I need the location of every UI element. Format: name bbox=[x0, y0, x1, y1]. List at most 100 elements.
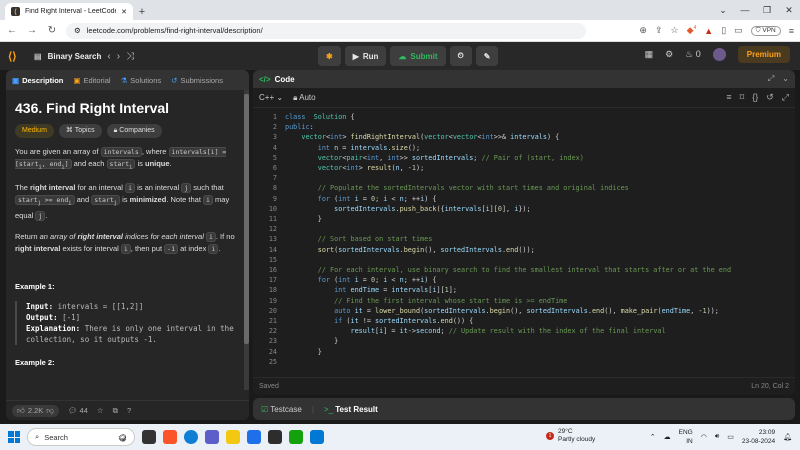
like-button[interactable]: 👍︎ 2.2K 👎︎ bbox=[12, 404, 59, 417]
teams-icon[interactable] bbox=[205, 430, 219, 444]
code-line[interactable]: } bbox=[285, 336, 338, 346]
task-view-icon[interactable] bbox=[142, 430, 156, 444]
code-line[interactable]: } bbox=[285, 347, 322, 357]
expand-icon[interactable]: ⤢ bbox=[768, 74, 774, 84]
bookmark-code-icon[interactable]: ⌑ bbox=[740, 92, 745, 103]
debug-button[interactable]: ✱ bbox=[318, 46, 341, 66]
problem-list[interactable]: ▤ Binary Search bbox=[34, 52, 101, 61]
volume-icon[interactable]: 🔊︎ bbox=[715, 433, 719, 441]
menu-icon[interactable]: ≡ bbox=[789, 26, 794, 36]
code-line[interactable]: auto it = lower_bound(sortedIntervals.be… bbox=[285, 306, 719, 316]
format-icon[interactable]: ≡ bbox=[726, 92, 731, 103]
code-line[interactable]: public: bbox=[285, 122, 314, 132]
warning-icon[interactable]: ▲ bbox=[704, 26, 713, 36]
fullscreen-icon[interactable]: ⤢ bbox=[782, 92, 789, 103]
share-icon[interactable]: ⇪ bbox=[655, 25, 663, 36]
code-line[interactable]: if (it != sortedIntervals.end()) { bbox=[285, 316, 473, 326]
code-line[interactable]: int n = intervals.size(); bbox=[285, 143, 420, 153]
wallet-icon[interactable]: ▭ bbox=[734, 25, 743, 36]
close-tab-icon[interactable]: ✕ bbox=[121, 8, 127, 16]
language-select[interactable]: C++ ⌄ bbox=[259, 93, 283, 102]
streak[interactable]: ♨ 0 bbox=[685, 49, 701, 60]
site-info-icon[interactable]: ⚙ bbox=[74, 26, 81, 35]
language-indicator[interactable]: ENG IN bbox=[679, 428, 693, 446]
star-icon[interactable]: ☆ bbox=[97, 406, 104, 415]
browser-tab[interactable]: ⟨ Find Right Interval - LeetCode ✕ bbox=[5, 3, 133, 20]
maximize-icon[interactable]: ❐ bbox=[756, 5, 778, 16]
notification-icon[interactable]: 🔔︎ bbox=[783, 433, 792, 441]
battery-icon[interactable]: ▭ bbox=[727, 433, 734, 441]
comments-button[interactable]: 💬︎ 44 bbox=[68, 406, 88, 415]
code-line[interactable]: vector<pair<int, int>> sortedIntervals; … bbox=[285, 153, 584, 163]
code-line[interactable]: vector<int> result(n, -1); bbox=[285, 163, 424, 173]
minimize-icon[interactable]: — bbox=[734, 5, 756, 15]
vscode-icon[interactable] bbox=[310, 430, 324, 444]
tab-description[interactable]: ▣ Description bbox=[12, 76, 63, 85]
code-line[interactable]: for (int i = 0; i < n; ++i) { bbox=[285, 194, 437, 204]
taskbar-search[interactable]: ⌕ Search 🥥︎ bbox=[27, 428, 135, 446]
tab-search-icon[interactable]: ⌄ bbox=[712, 5, 734, 16]
tab-testcase[interactable]: ☑ Testcase bbox=[261, 405, 302, 414]
windows-start-icon[interactable] bbox=[8, 431, 20, 443]
new-tab-button[interactable]: + bbox=[133, 3, 151, 20]
code-line[interactable]: // Populate the sortedIntervals vector w… bbox=[285, 183, 629, 193]
code-line[interactable]: for (int i = 0; i < n; ++i) { bbox=[285, 275, 437, 285]
close-window-icon[interactable]: ✕ bbox=[778, 5, 800, 16]
notes-button[interactable]: ✎ bbox=[475, 46, 499, 66]
extension-icon[interactable]: ◆4 bbox=[687, 25, 697, 36]
reload-icon[interactable]: ↻ bbox=[46, 25, 58, 36]
app-icon[interactable] bbox=[289, 430, 303, 444]
back-icon[interactable]: ← bbox=[6, 25, 18, 36]
share-link-icon[interactable]: ⧉ bbox=[113, 406, 118, 416]
code-line[interactable]: } bbox=[285, 214, 322, 224]
collapse-icon[interactable]: ⌄ bbox=[782, 74, 789, 84]
code-line[interactable]: // For each interval, use binary search … bbox=[285, 265, 731, 275]
leetcode-logo[interactable]: ⟨⟩ bbox=[8, 50, 20, 63]
edge-icon[interactable] bbox=[184, 430, 198, 444]
prev-problem-icon[interactable]: ‹ bbox=[107, 51, 110, 62]
next-problem-icon[interactable]: › bbox=[117, 51, 120, 62]
premium-button[interactable]: Premium bbox=[737, 46, 790, 63]
forward-icon[interactable]: → bbox=[26, 25, 38, 36]
code-line[interactable]: vector<int> findRightInterval(vector<vec… bbox=[285, 132, 559, 142]
auto-mode[interactable]: 🔒︎ Auto bbox=[293, 93, 316, 103]
wifi-icon[interactable]: ◠ bbox=[701, 433, 707, 441]
braces-icon[interactable]: {} bbox=[752, 92, 758, 103]
reset-icon[interactable]: ↺ bbox=[766, 92, 774, 103]
companies-button[interactable]: 🔒︎ Companies bbox=[106, 124, 162, 138]
store-icon[interactable] bbox=[247, 430, 261, 444]
code-line[interactable]: result[i] = it->second; // Update result… bbox=[285, 326, 665, 336]
run-button[interactable]: ▶ Run bbox=[344, 46, 387, 66]
vpn-button[interactable]: ⛉ VPN bbox=[750, 25, 781, 36]
layout-icon[interactable]: ▦ bbox=[645, 49, 654, 60]
zoom-icon[interactable]: ⊕ bbox=[639, 25, 647, 36]
code-editor[interactable]: 1 class Solution {2 public: 3 vector<int> f… bbox=[253, 108, 795, 376]
timer-button[interactable]: ⏲ bbox=[449, 46, 472, 66]
code-line[interactable]: class Solution { bbox=[285, 112, 355, 122]
url-text[interactable]: leetcode.com/problems/find-right-interva… bbox=[87, 26, 263, 35]
shuffle-icon[interactable]: ⤨ bbox=[126, 51, 134, 62]
settings-icon[interactable]: ⚙ bbox=[665, 49, 673, 60]
brave-icon[interactable] bbox=[163, 430, 177, 444]
tab-editorial[interactable]: ▣ Editorial bbox=[73, 76, 110, 85]
code-line[interactable]: sort(sortedIntervals.begin(), sortedInte… bbox=[285, 245, 535, 255]
problem-list-title[interactable]: Binary Search bbox=[48, 52, 102, 61]
tab-submissions[interactable]: ↺ Submissions bbox=[171, 76, 223, 85]
description-scroll-thumb[interactable] bbox=[244, 94, 249, 344]
tab-test-result[interactable]: >_ Test Result bbox=[324, 405, 378, 414]
code-line[interactable]: sortedIntervals.push_back({intervals[i][… bbox=[285, 204, 530, 214]
sidebar-icon[interactable]: ▯ bbox=[721, 25, 726, 36]
submit-button[interactable]: ☁ Submit bbox=[390, 46, 446, 66]
help-icon[interactable]: ? bbox=[127, 406, 131, 415]
code-line[interactable]: // Find the first interval whose start t… bbox=[285, 296, 567, 306]
code-line[interactable]: int endTime = intervals[i][1]; bbox=[285, 285, 457, 295]
file-explorer-icon[interactable] bbox=[226, 430, 240, 444]
avatar[interactable] bbox=[712, 48, 726, 61]
bookmark-icon[interactable]: ☆ bbox=[671, 25, 679, 36]
terminal-app-icon[interactable] bbox=[268, 430, 282, 444]
topics-button[interactable]: ⌘ Topics bbox=[58, 124, 102, 138]
clock[interactable]: 23:09 23-08-2024 bbox=[742, 428, 775, 446]
thumbs-down-icon[interactable]: 👎︎ bbox=[46, 406, 54, 416]
tab-solutions[interactable]: ⚗ Solutions bbox=[121, 76, 162, 85]
address-bar[interactable]: ⚙ leetcode.com/problems/find-right-inter… bbox=[66, 22, 586, 39]
